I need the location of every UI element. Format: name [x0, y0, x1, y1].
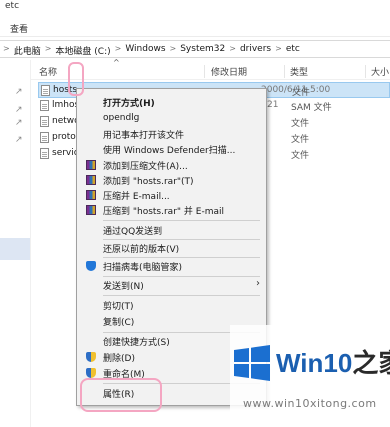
file-icon	[40, 116, 49, 127]
file-icon	[40, 132, 49, 143]
menu-item-cut[interactable]: 剪切(T)	[77, 297, 266, 313]
uac-shield-icon	[86, 352, 96, 362]
file-icon	[40, 148, 49, 159]
crumb-etc[interactable]: etc	[286, 44, 300, 57]
annotation-highlight	[80, 378, 162, 412]
column-headers: 名称 ^ 修改日期 类型 大小	[31, 58, 390, 80]
chevron-right-icon: >	[3, 44, 10, 53]
menu-separator	[103, 295, 260, 296]
nav-item-selected[interactable]	[0, 238, 30, 260]
menu-item-send-qq[interactable]: 通过QQ发送到	[77, 222, 266, 238]
column-header-type[interactable]: 类型	[290, 65, 308, 78]
winrar-icon	[86, 175, 96, 185]
column-header-size[interactable]: 大小	[371, 65, 389, 78]
pin-icon: ↗	[15, 135, 23, 145]
watermark: Win10之家 www.win10xitong.com	[230, 325, 390, 427]
title-bar: etc	[0, 0, 390, 14]
column-header-name[interactable]: 名称	[39, 65, 57, 78]
ribbon: 查看	[0, 18, 390, 37]
menu-item-open-with[interactable]: 打开方式(H)	[77, 94, 266, 110]
menu-item-compress-email[interactable]: 压缩并 E-mail...	[77, 187, 266, 203]
window-title: etc	[5, 1, 20, 11]
chevron-right-icon: >	[275, 44, 282, 53]
menu-item-opendlg[interactable]: opendlg	[77, 111, 266, 127]
file-icon	[41, 85, 50, 96]
winrar-icon	[86, 190, 96, 200]
navigation-pane: ↗ ↗ ↗ ↗	[0, 60, 31, 427]
pin-icon: ↗	[15, 118, 23, 128]
menu-separator	[103, 220, 260, 221]
menu-item-add-archive[interactable]: 添加到压缩文件(A)...	[77, 157, 266, 173]
crumb-system32[interactable]: System32	[180, 44, 225, 57]
crumb-this-pc[interactable]: 此电脑	[14, 44, 41, 57]
column-header-date[interactable]: 修改日期	[211, 65, 247, 78]
breadcrumb: > 此电脑 > 本地磁盘 (C:) > Windows > System32 >…	[3, 44, 300, 57]
windows-logo-icon	[234, 345, 270, 381]
uac-shield-icon	[86, 368, 96, 378]
crumb-windows[interactable]: Windows	[125, 44, 165, 57]
chevron-right-icon: >	[229, 44, 236, 53]
chevron-right-icon: >	[169, 44, 177, 53]
chevron-right-icon: >	[114, 44, 122, 53]
shield-icon	[86, 261, 96, 271]
winrar-icon	[86, 160, 96, 170]
pin-icon: ↗	[15, 87, 23, 97]
annotation-highlight	[68, 62, 84, 96]
chevron-right-icon: >	[44, 44, 52, 53]
winrar-icon	[86, 205, 96, 215]
menu-item-restore-versions[interactable]: 还原以前的版本(V)	[77, 240, 266, 256]
watermark-brand: Win10之家	[276, 348, 390, 378]
address-bar[interactable]: > 此电脑 > 本地磁盘 (C:) > Windows > System32 >…	[0, 40, 390, 58]
menu-item-defender-scan[interactable]: 使用 Windows Defender扫描...	[77, 141, 266, 157]
watermark-url: www.win10xitong.com	[243, 397, 377, 410]
menu-item-compress-hosts-email[interactable]: 压缩到 "hosts.rar" 并 E-mail	[77, 202, 266, 218]
file-icon	[40, 100, 49, 111]
menu-item-add-hosts-rar[interactable]: 添加到 "hosts.rar"(T)	[77, 172, 266, 188]
tab-view[interactable]: 查看	[10, 22, 28, 35]
pin-icon: ↗	[15, 105, 23, 115]
chevron-right-icon: ›	[256, 278, 260, 289]
menu-item-send-to[interactable]: 发送到(N) ›	[77, 277, 266, 293]
menu-item-open-notepad[interactable]: 用记事本打开该文件	[77, 126, 266, 142]
crumb-drivers[interactable]: drivers	[240, 44, 271, 57]
sort-caret-icon: ^	[113, 58, 120, 67]
menu-item-scan-virus[interactable]: 扫描病毒(电脑管家)	[77, 258, 266, 274]
crumb-local-disk[interactable]: 本地磁盘 (C:)	[55, 44, 110, 57]
